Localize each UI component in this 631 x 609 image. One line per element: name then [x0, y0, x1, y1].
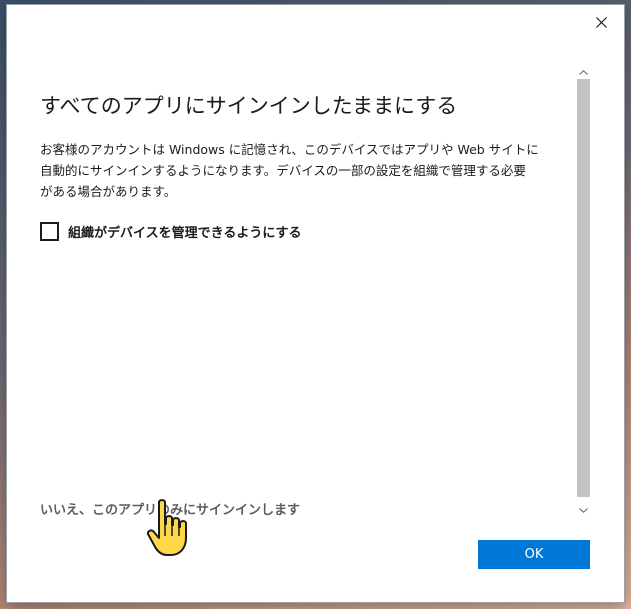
chevron-up-icon: [579, 69, 588, 75]
description-line: 自動的にサインインするようになります。デバイスの一部の設定を組織で管理する必要: [40, 163, 526, 178]
content-scroll-area: すべてのアプリにサインインしたままにする お客様のアカウントは Windows …: [7, 65, 575, 515]
scroll-down-button[interactable]: [575, 503, 592, 517]
chevron-down-icon: [579, 507, 588, 513]
dialog-title: すべてのアプリにサインインしたままにする: [40, 94, 458, 118]
checkbox-label[interactable]: 組織がデバイスを管理できるようにする: [68, 222, 301, 241]
description-line: がある場合があります。: [40, 184, 177, 199]
ok-button[interactable]: OK: [478, 540, 590, 569]
close-icon: [595, 16, 607, 28]
close-button[interactable]: [590, 11, 612, 33]
checkbox-box[interactable]: [40, 222, 59, 241]
sign-in-dialog: すべてのアプリにサインインしたままにする お客様のアカウントは Windows …: [7, 5, 624, 602]
allow-org-manage-checkbox[interactable]: 組織がデバイスを管理できるようにする: [40, 222, 301, 241]
description-line: お客様のアカウントは Windows に記憶され、このデバイスではアプリや We…: [40, 142, 539, 157]
scroll-up-button[interactable]: [575, 65, 592, 79]
vertical-scrollbar[interactable]: [575, 65, 592, 517]
dialog-description: お客様のアカウントは Windows に記憶され、このデバイスではアプリや We…: [40, 139, 575, 202]
sign-in-this-app-only-link[interactable]: いいえ、このアプリのみにサインインします: [40, 499, 300, 518]
scroll-thumb[interactable]: [577, 79, 590, 497]
